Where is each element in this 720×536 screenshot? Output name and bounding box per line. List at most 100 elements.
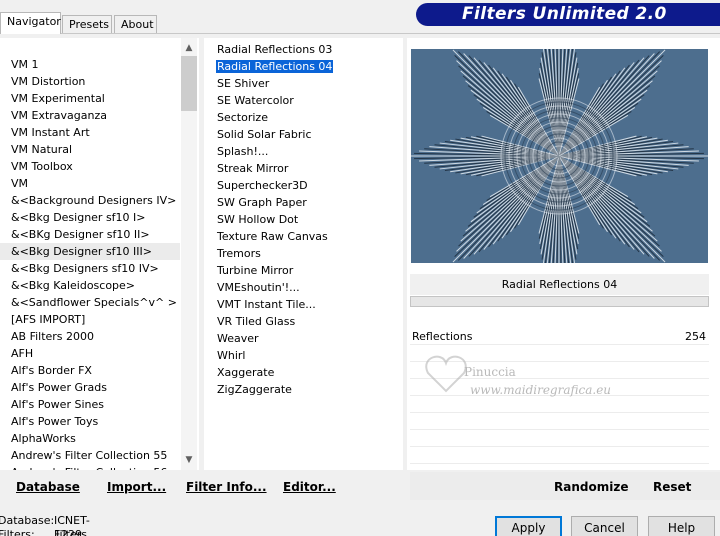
filter-item[interactable]: VMEshoutin'!... — [204, 279, 403, 296]
category-item[interactable]: Andrew's Filter Collection 55 — [0, 447, 180, 464]
param-row-reflections[interactable]: Reflections 254 — [410, 328, 709, 345]
category-item[interactable]: [AFS IMPORT] — [0, 311, 180, 328]
tab-navigator[interactable]: Navigator — [0, 12, 61, 34]
filter-item[interactable]: Superchecker3D — [204, 177, 403, 194]
category-item[interactable]: VM 1 — [0, 56, 180, 73]
filter-item[interactable]: Xaggerate — [204, 364, 403, 381]
preview-panel: Radial Reflections 04 Reflections 254 — [407, 38, 720, 470]
filter-item-label: Superchecker3D — [217, 179, 308, 192]
category-item[interactable]: &<Background Designers IV> — [0, 192, 180, 209]
watermark-name: Pinuccia — [464, 365, 516, 379]
category-list-panel: VM 1 VM Distortion VM Experimental VM Extra… — [0, 38, 199, 470]
editor-button[interactable]: Editor... — [283, 472, 336, 500]
apply-button[interactable]: Apply — [495, 516, 562, 536]
help-button[interactable]: Help — [648, 516, 715, 536]
filter-item-label: SE Shiver — [217, 77, 270, 90]
filter-item-label: SE Watercolor — [217, 94, 294, 107]
param-row-empty — [410, 447, 709, 464]
filter-item[interactable]: SW Hollow Dot — [204, 211, 403, 228]
filter-item[interactable]: Tremors — [204, 245, 403, 262]
filter-name-label: Radial Reflections 04 — [410, 274, 709, 295]
filter-item[interactable]: SW Graph Paper — [204, 194, 403, 211]
param-row-empty — [410, 430, 709, 447]
filter-item[interactable]: Sectorize — [204, 109, 403, 126]
scroll-thumb[interactable] — [181, 56, 197, 111]
tab-about[interactable]: About — [114, 15, 157, 33]
filter-item-label: SW Hollow Dot — [217, 213, 299, 226]
category-item[interactable]: Alf's Power Grads — [0, 379, 180, 396]
tab-presets[interactable]: Presets — [62, 15, 112, 33]
scroll-up-icon[interactable]: ▲ — [181, 40, 197, 56]
filter-list-panel: Radial Reflections 03 Radial Reflections … — [204, 38, 403, 470]
preview-image — [411, 49, 708, 263]
category-scrollbar[interactable]: ▲ ▼ — [181, 38, 197, 470]
category-item[interactable]: Alf's Power Sines — [0, 396, 180, 413]
filter-item[interactable]: Radial Reflections 04 — [204, 58, 403, 75]
category-item[interactable]: &<Sandflower Specials^v^ > — [0, 294, 180, 311]
category-item[interactable]: VM Instant Art — [0, 124, 180, 141]
category-item[interactable]: AFH — [0, 345, 180, 362]
progress-bar — [410, 296, 709, 307]
category-item[interactable]: VM — [0, 175, 180, 192]
scroll-down-icon[interactable]: ▼ — [181, 452, 197, 468]
randomize-button[interactable]: Randomize — [554, 472, 628, 500]
filter-item[interactable]: VR Tiled Glass — [204, 313, 403, 330]
category-item[interactable]: &<Bkg Designers sf10 IV> — [0, 260, 180, 277]
filter-item[interactable]: VMT Instant Tile... — [204, 296, 403, 313]
filter-item[interactable]: Weaver — [204, 330, 403, 347]
filter-item-label: Weaver — [217, 332, 259, 345]
filter-item[interactable]: ZigZaggerate — [204, 381, 403, 398]
category-item[interactable]: &<Bkg Designer sf10 III> — [0, 243, 180, 260]
filter-item-label: Turbine Mirror — [217, 264, 294, 277]
database-button[interactable]: Database — [16, 472, 80, 500]
category-item[interactable]: VM Distortion — [0, 73, 180, 90]
category-item[interactable]: &<BKg Designer sf10 II> — [0, 226, 180, 243]
filter-item[interactable]: Splash!... — [204, 143, 403, 160]
filter-item[interactable]: SE Shiver — [204, 75, 403, 92]
category-item[interactable]: AlphaWorks — [0, 430, 180, 447]
filter-item[interactable]: Texture Raw Canvas — [204, 228, 403, 245]
param-value: 254 — [685, 330, 706, 343]
category-item[interactable]: VM Extravaganza — [0, 107, 180, 124]
reset-button[interactable]: Reset — [653, 472, 691, 500]
category-item[interactable]: AB Filters 2000 — [0, 328, 180, 345]
cancel-button[interactable]: Cancel — [571, 516, 638, 536]
filter-item-label: VMT Instant Tile... — [217, 298, 316, 311]
filter-item[interactable]: Turbine Mirror — [204, 262, 403, 279]
category-item[interactable]: &<Bkg Designer sf10 I> — [0, 209, 180, 226]
app-title: Filters Unlimited 2.0 — [462, 4, 667, 24]
filter-item[interactable]: SE Watercolor — [204, 92, 403, 109]
category-item[interactable]: VM Experimental — [0, 90, 180, 107]
filter-item-label: Sectorize — [217, 111, 268, 124]
filters-count-value: 1229 — [54, 528, 82, 536]
bottom-toolbar: Database Import... Filter Info... Editor… — [0, 472, 720, 502]
filter-item-label: Splash!... — [217, 145, 269, 158]
tab-divider — [0, 33, 720, 34]
category-item[interactable]: Alf's Power Toys — [0, 413, 180, 430]
filter-item-label: Radial Reflections 04 — [216, 60, 334, 73]
filter-item-label: Texture Raw Canvas — [217, 230, 328, 243]
filter-item-label: Streak Mirror — [217, 162, 289, 175]
filters-count-label: Filters: — [0, 528, 35, 536]
filter-item[interactable]: Solid Solar Fabric — [204, 126, 403, 143]
filter-item-label: Tremors — [217, 247, 261, 260]
filter-item[interactable]: Streak Mirror — [204, 160, 403, 177]
category-item[interactable]: Andrew's Filter Collection 56 — [0, 464, 180, 470]
category-item[interactable]: &<Bkg Kaleidoscope> — [0, 277, 180, 294]
database-status-label: Database: — [0, 514, 55, 527]
filter-item-label: Solid Solar Fabric — [217, 128, 312, 141]
category-item[interactable]: VM Toolbox — [0, 158, 180, 175]
filter-list: Radial Reflections 03 Radial Reflections … — [204, 41, 403, 398]
filter-item-label: Xaggerate — [217, 366, 275, 379]
category-list: VM 1 VM Distortion VM Experimental VM Extra… — [0, 56, 180, 470]
category-item[interactable]: VM Natural — [0, 141, 180, 158]
filter-item[interactable]: Whirl — [204, 347, 403, 364]
watermark-url: www.maidiregrafica.eu — [470, 383, 612, 397]
filter-item[interactable]: Radial Reflections 03 — [204, 41, 403, 58]
filter-item-label: SW Graph Paper — [217, 196, 307, 209]
filter-info-button[interactable]: Filter Info... — [186, 472, 267, 500]
import-button[interactable]: Import... — [107, 472, 167, 500]
category-item[interactable]: Alf's Border FX — [0, 362, 180, 379]
filter-item-label: VR Tiled Glass — [217, 315, 296, 328]
filter-item-label: VMEshoutin'!... — [217, 281, 300, 294]
